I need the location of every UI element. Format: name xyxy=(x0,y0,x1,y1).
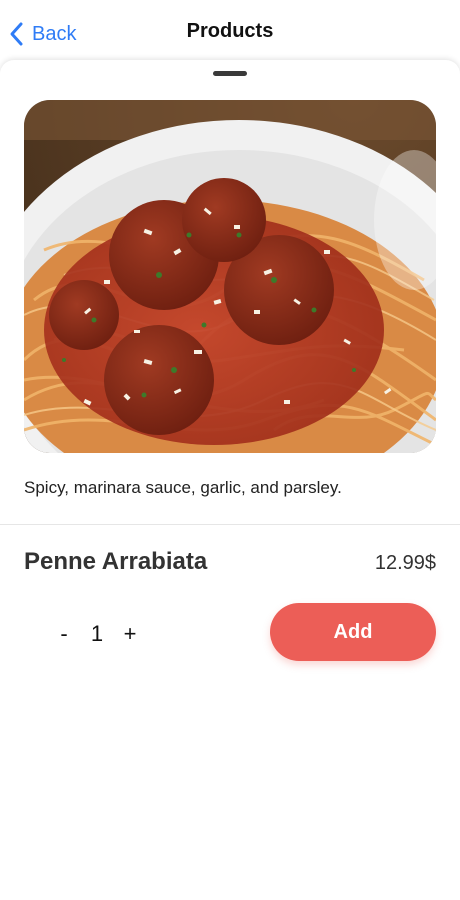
quantity-stepper: - 1 + xyxy=(52,620,152,648)
decrement-button[interactable]: - xyxy=(52,621,76,647)
product-screen: Back Products Spicy, marinara sauce, gar… xyxy=(0,0,460,900)
product-image xyxy=(24,100,436,453)
increment-button[interactable]: + xyxy=(118,621,142,647)
product-name: Penne Arrabiata xyxy=(24,548,208,575)
navigation-bar: Back Products xyxy=(0,0,460,62)
divider xyxy=(0,524,460,525)
product-description: Spicy, marinara sauce, garlic, and parsl… xyxy=(24,478,342,497)
product-sheet: Spicy, marinara sauce, garlic, and parsl… xyxy=(0,60,460,900)
page-title: Products xyxy=(186,20,274,42)
product-price: 12.99$ xyxy=(374,552,436,574)
spaghetti-meatballs-photo xyxy=(24,100,436,453)
sheet-grabber[interactable] xyxy=(213,71,247,76)
quantity-value: 1 xyxy=(90,621,104,646)
add-button-label: Add xyxy=(333,620,373,643)
add-button[interactable]: Add xyxy=(270,603,436,661)
